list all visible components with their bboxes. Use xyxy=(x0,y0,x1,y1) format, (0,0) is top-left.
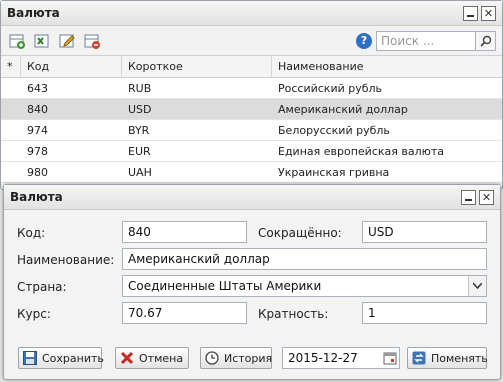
help-icon[interactable]: ? xyxy=(356,32,372,49)
country-value: Соединенные Штаты Америки xyxy=(128,279,322,293)
cell-name: Американский доллар xyxy=(278,103,408,116)
code-label: Код: xyxy=(17,226,46,240)
close-icon[interactable]: ✕ xyxy=(479,189,494,205)
minimize-icon[interactable] xyxy=(461,189,476,205)
code-field[interactable]: 840 xyxy=(122,221,247,243)
history-button[interactable]: История xyxy=(200,347,272,369)
cell-short: UAH xyxy=(128,166,152,179)
cancel-icon xyxy=(120,351,134,365)
table-row-selected[interactable]: 840 USD Американский доллар xyxy=(1,99,502,120)
refresh-icon xyxy=(412,351,426,365)
close-icon[interactable]: ✕ xyxy=(481,5,496,21)
cell-code: 980 xyxy=(27,166,48,179)
search-box: ? Поиск ... xyxy=(356,30,496,51)
delete-record-icon[interactable] xyxy=(82,31,102,51)
cell-name: Российский рубль xyxy=(278,82,383,95)
table-row[interactable]: 974 BYR Белорусский рубль xyxy=(1,120,502,141)
search-input[interactable]: Поиск ... xyxy=(376,30,476,51)
form-window-title: Валюта xyxy=(10,190,63,204)
search-icon[interactable] xyxy=(476,30,496,51)
short-field[interactable]: USD xyxy=(362,221,487,243)
calendar-icon[interactable] xyxy=(383,351,397,365)
add-record-icon[interactable] xyxy=(7,31,27,51)
cell-short: BYR xyxy=(128,124,150,137)
multiplicity-field[interactable]: 1 xyxy=(362,302,487,324)
cell-short: EUR xyxy=(128,145,151,158)
clock-icon xyxy=(205,351,219,365)
rate-field[interactable]: 70.67 xyxy=(122,302,247,324)
country-label: Страна: xyxy=(17,280,67,294)
list-window-titlebar[interactable]: Валюта ✕ xyxy=(1,1,502,26)
cell-short: USD xyxy=(128,103,152,116)
cell-code: 974 xyxy=(27,124,48,137)
change-button[interactable]: Поменять xyxy=(407,347,488,369)
table-row[interactable]: 643 RUB Российский рубль xyxy=(1,78,502,99)
cell-name: Украинская гривна xyxy=(278,166,390,179)
save-label: Сохранить xyxy=(42,351,104,365)
cell-name: Единая европейская валюта xyxy=(278,145,445,158)
form-window-titlebar[interactable]: Валюта ✕ xyxy=(4,185,500,210)
grid-header: * Код Короткое Наименование xyxy=(1,56,502,78)
change-label: Поменять xyxy=(431,351,488,365)
rate-label: Курс: xyxy=(17,307,51,321)
cancel-button[interactable]: Отмена xyxy=(115,347,189,369)
row-marker xyxy=(1,78,21,98)
list-toolbar: ? Поиск ... xyxy=(1,26,502,56)
row-marker xyxy=(1,120,21,140)
short-label: Сокращённо: xyxy=(258,226,342,240)
name-label: Наименование: xyxy=(17,253,115,267)
column-name[interactable]: Наименование xyxy=(272,56,502,77)
edit-record-icon[interactable] xyxy=(57,31,77,51)
row-marker xyxy=(1,99,21,119)
cell-code: 643 xyxy=(27,82,48,95)
row-marker xyxy=(1,162,21,182)
column-code[interactable]: Код xyxy=(21,56,122,77)
column-short[interactable]: Короткое xyxy=(122,56,272,77)
table-row[interactable]: 978 EUR Единая европейская валюта xyxy=(1,141,502,162)
history-label: История xyxy=(224,351,273,365)
currency-list-window: Валюта ✕ ? Поиск ... * Код Короткое Наим… xyxy=(0,0,503,190)
date-value: 2015-12-27 xyxy=(288,351,358,365)
export-icon[interactable] xyxy=(32,31,52,51)
cell-short: RUB xyxy=(128,82,152,95)
multiplicity-label: Кратность: xyxy=(258,307,329,321)
row-marker xyxy=(1,141,21,161)
chevron-down-icon[interactable] xyxy=(468,276,486,296)
date-field[interactable]: 2015-12-27 xyxy=(282,347,400,369)
floppy-disk-icon xyxy=(23,351,37,365)
column-marker[interactable]: * xyxy=(1,56,21,77)
cancel-label: Отмена xyxy=(139,351,184,365)
cell-code: 840 xyxy=(27,103,48,116)
save-button[interactable]: Сохранить xyxy=(18,347,104,369)
list-window-title: Валюта xyxy=(7,6,60,20)
minimize-icon[interactable] xyxy=(463,5,478,21)
name-field[interactable]: Американский доллар xyxy=(122,248,487,270)
currency-edit-window: Валюта ✕ Код: 840 Сокращённо: USD Наимен… xyxy=(3,184,501,380)
table-row[interactable]: 980 UAH Украинская гривна xyxy=(1,162,502,183)
cell-code: 978 xyxy=(27,145,48,158)
cell-name: Белорусский рубль xyxy=(278,124,390,137)
country-select[interactable]: Соединенные Штаты Америки xyxy=(122,275,487,297)
